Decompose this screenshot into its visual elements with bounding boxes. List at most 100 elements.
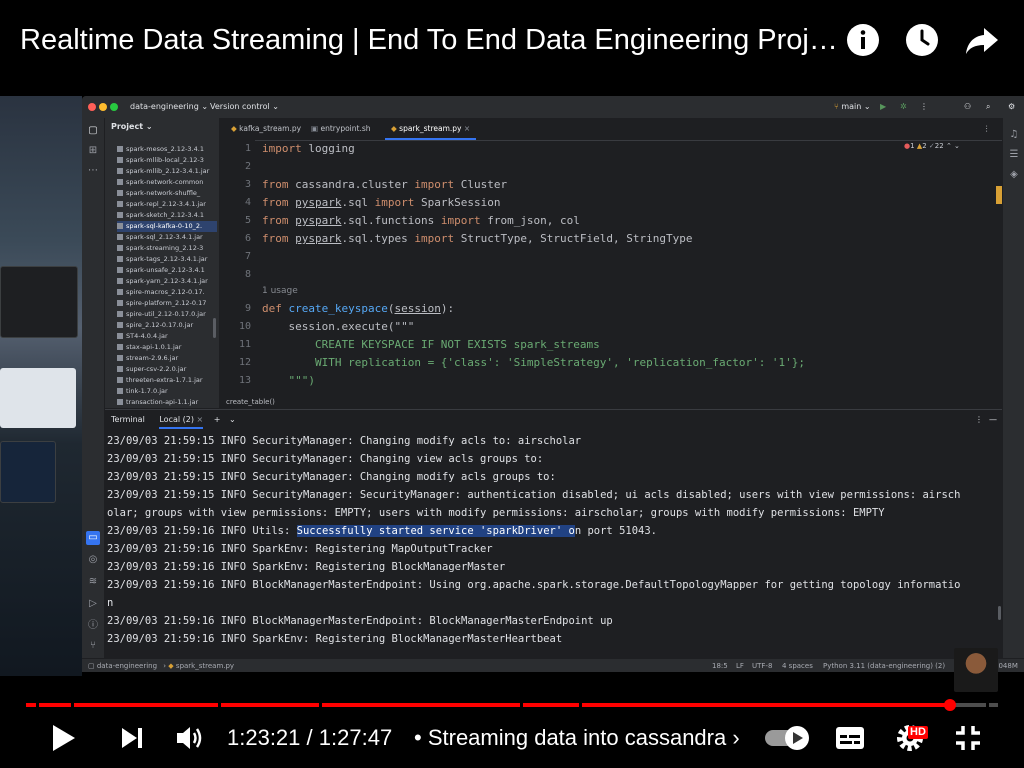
status-file[interactable]: › ◆ spark_stream.py [163, 662, 234, 670]
close-session-icon[interactable]: × [197, 415, 204, 424]
more-tools-icon[interactable]: ⋯ [86, 164, 100, 178]
terminal-options-icon[interactable]: ⋮ [975, 410, 983, 430]
line-number: 9 [244, 303, 251, 314]
project-tree-item[interactable]: spark-network-common [117, 177, 217, 188]
jar-file-icon [117, 256, 123, 262]
run-icon[interactable]: ▶ [880, 100, 886, 114]
python-packages-icon[interactable]: ◎ [86, 553, 100, 567]
tree-item-label: spark-mllib-local_2.12-3 [126, 156, 204, 164]
tab-options-icon[interactable]: ⋮ [977, 118, 997, 140]
python-interpreter[interactable]: Python 3.11 (data-engineering) (2) [823, 659, 945, 672]
clock-icon[interactable] [902, 20, 942, 60]
git-icon[interactable]: ⑂ [86, 639, 100, 653]
project-tree-item[interactable]: tink-1.7.0.jar [117, 386, 217, 397]
project-tree-item[interactable]: spire-macros_2.12-0.17. [117, 287, 217, 298]
problems-icon[interactable]: ⓘ [86, 619, 100, 633]
vcs-menu[interactable]: Version control ⌄ [210, 100, 279, 114]
terminal-header: Terminal Local (2) × + ⌄ ⋮ — [105, 410, 1002, 430]
usage-hint[interactable]: 1 usage [262, 282, 298, 300]
close-window-button[interactable] [88, 103, 96, 111]
code-line: def create_keyspace(session): [262, 302, 455, 315]
settings-gear-icon[interactable]: ⚙ [1008, 100, 1015, 114]
file-encoding[interactable]: UTF-8 [752, 659, 772, 672]
volume-icon[interactable] [172, 718, 208, 758]
structure-icon[interactable]: ⊞ [86, 144, 100, 158]
branch-selector[interactable]: ⑂ main ⌄ [834, 100, 871, 114]
next-icon[interactable] [114, 718, 150, 758]
share-icon[interactable] [962, 20, 1002, 60]
hide-terminal-icon[interactable]: — [989, 410, 997, 430]
project-tree-item[interactable]: ST4-4.0.4.jar [117, 331, 217, 342]
run-tool-icon[interactable]: ▷ [86, 597, 100, 611]
indent-setting[interactable]: 4 spaces [782, 659, 813, 672]
add-user-icon[interactable]: ⚇ [964, 100, 971, 114]
debug-icon[interactable]: ✲ [900, 100, 907, 114]
chapter-divider [986, 703, 989, 707]
terminal-output[interactable]: 23/09/03 21:59:15 INFO SecurityManager: … [107, 432, 997, 662]
project-tree-item[interactable]: spark-sketch_2.12-3.4.1 [117, 210, 217, 221]
project-switcher[interactable]: data-engineering ⌄ [130, 100, 208, 114]
subtitles-icon[interactable] [832, 718, 868, 758]
play-icon[interactable] [44, 718, 84, 758]
project-tree-item[interactable]: spark-sql_2.12-3.4.1.jar [117, 232, 217, 243]
project-tree-item[interactable]: spark-streaming_2.12-3 [117, 243, 217, 254]
more-actions-icon[interactable]: ⋮ [920, 100, 928, 114]
zoom-window-button[interactable] [110, 103, 118, 111]
keyword: import [414, 232, 455, 245]
project-tree-item[interactable]: transaction-api-1.1.jar [117, 397, 217, 406]
project-tree-item[interactable]: spark-network-shuffle_ [117, 188, 217, 199]
breadcrumb-function[interactable]: create_table() [226, 398, 275, 406]
project-tree-scrollbar[interactable] [213, 318, 216, 338]
minimize-window-button[interactable] [99, 103, 107, 111]
new-session-icon[interactable]: + [214, 415, 221, 424]
exit-fullscreen-icon[interactable] [948, 718, 988, 758]
close-tab-icon[interactable]: × [464, 124, 470, 133]
code-text: .sql [341, 196, 375, 209]
search-icon[interactable]: ⌕ [986, 100, 990, 114]
project-tree-item[interactable]: spark-repl_2.12-3.4.1.jar [117, 199, 217, 210]
project-tree-item[interactable]: spark-mllib-local_2.12-3 [117, 155, 217, 166]
project-tree-item[interactable]: stream-2.9.6.jar [117, 353, 217, 364]
tab-kafka-stream[interactable]: ◆ kafka_stream.py [225, 118, 307, 140]
status-project[interactable]: ▢ data-engineering [88, 662, 157, 670]
editor-tab-bar: ◆ kafka_stream.py ▣ entrypoint.sh ◆ spar… [219, 118, 1002, 141]
info-icon[interactable] [843, 20, 883, 60]
tab-spark-stream[interactable]: ◆ spark_stream.py × [385, 118, 477, 140]
video-title[interactable]: Realtime Data Streaming | End To End Dat… [20, 20, 840, 60]
terminal-scrollbar[interactable] [998, 606, 1001, 620]
project-tree-item[interactable]: spark-mllib_2.12-3.4.1.jar [117, 166, 217, 177]
tab-entrypoint[interactable]: ▣ entrypoint.sh [305, 118, 377, 140]
chapter-button[interactable]: • Streaming data into cassandra › [414, 724, 740, 752]
project-tree-item[interactable]: spark-yarn_2.12-3.4.1.jar [117, 276, 217, 287]
project-tree-item[interactable]: super-csv-2.2.0.jar [117, 364, 217, 375]
project-tree-item[interactable]: stax-api-1.0.1.jar [117, 342, 217, 353]
database-icon[interactable]: ☰ [1007, 148, 1021, 162]
plugin-icon[interactable]: ◈ [1007, 168, 1021, 182]
terminal-session-tab[interactable]: Local (2) × [159, 415, 204, 429]
cursor-position[interactable]: 18:5 [712, 659, 728, 672]
notifications-icon[interactable]: ♫ [1007, 128, 1021, 142]
project-tree-item[interactable]: spire_2.12-0.17.0.jar [117, 320, 217, 331]
layers-icon[interactable]: ≋ [86, 575, 100, 589]
line-number: 1 [244, 143, 251, 154]
progress-scrubber[interactable] [944, 699, 957, 711]
code-editor[interactable]: import logging from cassandra.cluster im… [262, 140, 982, 402]
tree-item-label: ST4-4.0.4.jar [126, 332, 168, 340]
project-tree-item[interactable]: threeten-extra-1.7.1.jar [117, 375, 217, 386]
project-folder-icon[interactable]: ▢ [86, 124, 100, 138]
session-dropdown-icon[interactable]: ⌄ [229, 415, 236, 424]
project-tree-item[interactable]: spark-mesos_2.12-3.4.1 [117, 144, 217, 155]
project-tree-item[interactable]: spark-tags_2.12-3.4.1.jar [117, 254, 217, 265]
autoplay-toggle[interactable] [762, 718, 812, 758]
project-tree-item[interactable]: spire-util_2.12-0.17.0.jar [117, 309, 217, 320]
line-number: 3 [244, 179, 251, 190]
project-tree-item[interactable]: spark-sql-kafka-0-10_2. [117, 221, 217, 232]
code-text: cassandra.cluster [288, 178, 415, 191]
project-tree-item[interactable]: spire-platform_2.12-0.17 [117, 298, 217, 309]
terminal-tab[interactable]: Terminal [111, 415, 145, 424]
project-tree-item[interactable]: spark-unsafe_2.12-3.4.1 [117, 265, 217, 276]
settings-icon[interactable]: HD [890, 718, 930, 758]
project-panel-header[interactable]: Project ⌄ [111, 122, 153, 131]
line-separator[interactable]: LF [736, 659, 744, 672]
terminal-icon[interactable]: ▭ [86, 531, 100, 545]
